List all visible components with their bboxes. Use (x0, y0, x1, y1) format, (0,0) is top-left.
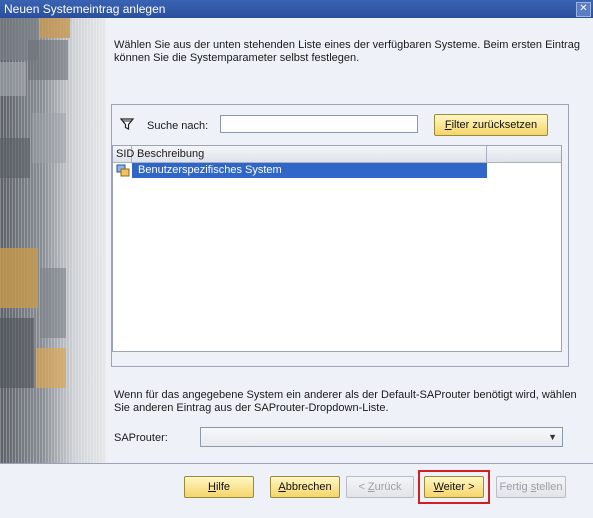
table-row[interactable]: Benutzerspezifisches System (113, 163, 487, 178)
back-label: urück (374, 481, 402, 493)
saprouter-label: SAProuter: (114, 432, 168, 444)
column-header-description[interactable]: Beschreibung (132, 146, 487, 162)
sidebar-banner-image (0, 18, 106, 463)
next-label: eiter > (443, 481, 475, 493)
next-accel: W (433, 481, 444, 493)
cancel-label: bbrechen (285, 481, 332, 493)
wizard-content: Wählen Sie aus der unten stehenden Liste… (106, 18, 593, 463)
filter-reset-button[interactable]: Filter zurücksetzen (434, 114, 548, 136)
footer-bar: Hilfe Abbrechen < Zurück Weiter > Fertig… (0, 464, 593, 518)
saprouter-dropdown[interactable]: ▼ (200, 427, 563, 447)
next-button[interactable]: Weiter > (424, 476, 484, 498)
chevron-down-icon: ▼ (548, 432, 557, 442)
back-prefix: < (358, 481, 368, 493)
help-accel: H (207, 481, 216, 493)
finish-prefix: Fertig (499, 481, 531, 493)
saprouter-info-text: Wenn für das angegebene System ein ander… (114, 389, 577, 414)
close-button[interactable]: ✕ (576, 2, 591, 17)
table-cell-description: Benutzerspezifisches System (132, 163, 487, 178)
window-title: Neuen Systemeintrag anlegen (4, 2, 166, 16)
finish-button[interactable]: Fertig stellen (496, 476, 566, 498)
filter-reset-label: ilter zurücksetzen (451, 119, 538, 131)
filter-reset-accel: F (444, 119, 452, 131)
system-table: SID Beschreibung Benutzerspezifisches Sy… (112, 145, 562, 352)
search-label: Suche nach: (147, 120, 209, 132)
help-button[interactable]: Hilfe (184, 476, 254, 498)
table-header: SID Beschreibung (113, 146, 561, 163)
close-icon: ✕ (579, 3, 588, 14)
filter-icon (120, 118, 134, 130)
help-label: ilfe (215, 481, 230, 493)
back-accel: Z (367, 481, 375, 493)
title-bar: Neuen Systemeintrag anlegen ✕ (0, 0, 593, 18)
column-header-sid[interactable]: SID (113, 146, 134, 162)
intro-text: Wählen Sie aus der unten stehenden Liste… (114, 39, 580, 64)
finish-label: tellen (536, 481, 563, 493)
table-cell-sid (113, 163, 132, 178)
back-button[interactable]: < Zurück (346, 476, 414, 498)
system-list-panel: Suche nach: Filter zurücksetzen SID Besc… (111, 104, 569, 367)
cancel-button[interactable]: Abbrechen (270, 476, 340, 498)
search-input[interactable] (220, 115, 418, 133)
cancel-accel: A (278, 481, 286, 493)
system-icon (116, 164, 130, 177)
